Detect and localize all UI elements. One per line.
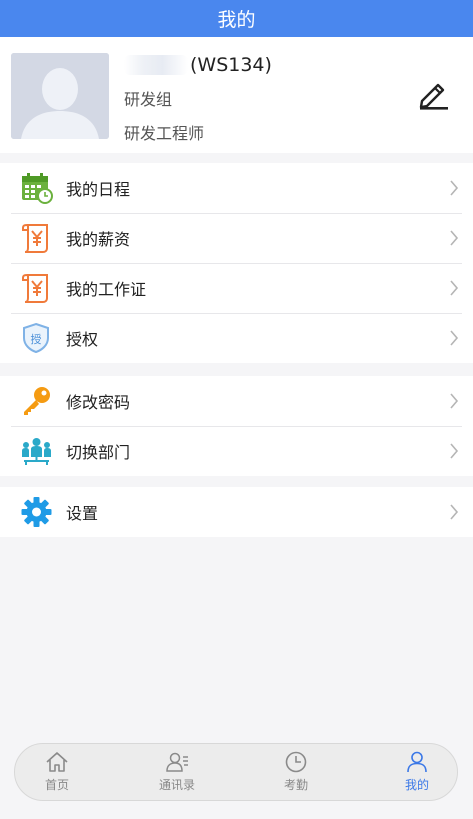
menu-item-label: 设置 <box>66 504 99 523</box>
menu-item-settings[interactable]: 设置 <box>0 487 473 537</box>
menu-group-account: 修改密码 切换部门 <box>0 376 473 476</box>
chevron-right-icon <box>450 280 459 296</box>
chevron-right-icon <box>450 393 459 409</box>
menu-item-label: 授权 <box>66 330 99 349</box>
employee-id: (WS134) <box>190 54 272 76</box>
tab-label: 我的 <box>404 778 429 792</box>
avatar[interactable] <box>11 53 109 139</box>
profile-icon <box>407 751 427 773</box>
page-title: 我的 <box>217 9 256 31</box>
page-header: 我的 <box>0 0 473 37</box>
name-redacted <box>124 55 188 75</box>
authorize-shield-icon: 授 <box>23 322 49 354</box>
menu-item-authorize[interactable]: 授 授权 <box>0 313 473 363</box>
home-icon <box>46 752 68 772</box>
chevron-right-icon <box>450 330 459 346</box>
bottom-tab-bar: 首页 通讯录 考勤 我的 <box>14 743 458 801</box>
menu-group-personal: 我的日程 我的薪资 我的工作证 授 授权 <box>0 163 473 363</box>
menu-item-label: 修改密码 <box>66 393 131 412</box>
menu-item-label: 切换部门 <box>66 443 131 462</box>
chevron-right-icon <box>450 230 459 246</box>
contacts-icon <box>166 752 188 772</box>
svg-text:授: 授 <box>31 332 42 346</box>
job-title-label: 研发工程师 <box>124 124 205 143</box>
edit-icon[interactable] <box>416 80 450 110</box>
tab-label: 考勤 <box>283 778 308 792</box>
menu-item-label: 我的薪资 <box>66 230 131 249</box>
profile-card[interactable]: (WS134) 研发组 研发工程师 <box>0 37 473 153</box>
menu-item-salary[interactable]: 我的薪资 <box>0 213 473 263</box>
clock-icon <box>285 751 307 773</box>
calendar-icon <box>22 173 53 204</box>
menu-item-change-password[interactable]: 修改密码 <box>0 376 473 426</box>
key-icon <box>24 387 50 415</box>
salary-receipt-icon <box>22 223 48 253</box>
menu-item-schedule[interactable]: 我的日程 <box>0 163 473 213</box>
menu-group-settings: 设置 <box>0 487 473 537</box>
tab-label: 通讯录 <box>158 778 195 792</box>
chevron-right-icon <box>450 180 459 196</box>
team-switch-icon <box>22 438 51 465</box>
department-label: 研发组 <box>124 90 173 109</box>
user-name: (WS134) <box>124 52 272 78</box>
menu-item-work-badge[interactable]: 我的工作证 <box>0 263 473 313</box>
tab-label: 首页 <box>44 778 69 792</box>
chevron-right-icon <box>450 443 459 459</box>
chevron-right-icon <box>450 504 459 520</box>
menu-item-switch-department[interactable]: 切换部门 <box>0 426 473 476</box>
menu-item-label: 我的工作证 <box>66 280 147 299</box>
menu-item-label: 我的日程 <box>66 180 131 199</box>
tab-attendance[interactable]: 考勤 <box>256 750 336 796</box>
gear-icon <box>21 497 52 527</box>
tab-contacts[interactable]: 通讯录 <box>137 750 217 796</box>
tab-home[interactable]: 首页 <box>17 750 97 796</box>
default-avatar-icon <box>11 53 109 139</box>
work-badge-icon <box>22 273 48 303</box>
tab-mine[interactable]: 我的 <box>377 750 457 796</box>
